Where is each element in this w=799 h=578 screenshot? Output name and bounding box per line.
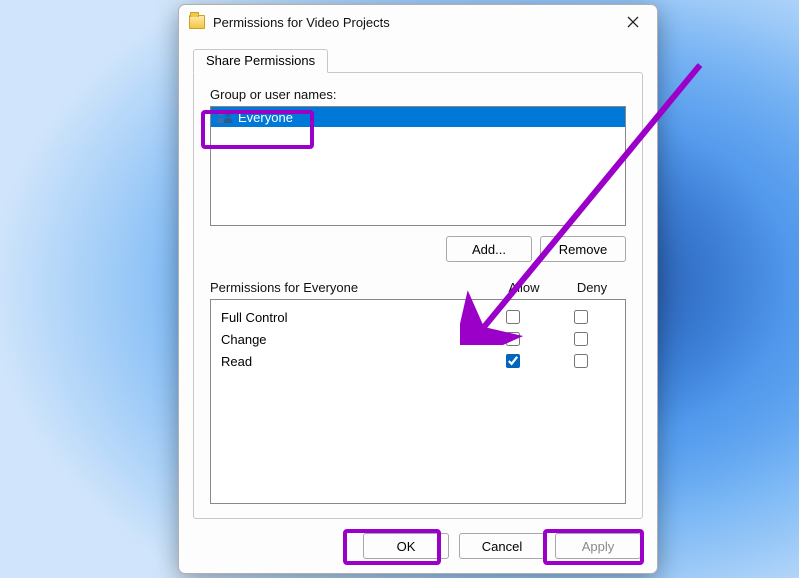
column-allow: Allow	[490, 280, 558, 295]
user-name: Everyone	[238, 110, 293, 125]
perm-name: Change	[221, 332, 479, 347]
allow-read-checkbox[interactable]	[506, 354, 520, 368]
permissions-box: Full Control Change Read	[210, 299, 626, 504]
user-list[interactable]: Everyone	[210, 106, 626, 226]
allow-full-control-checkbox[interactable]	[506, 310, 520, 324]
perm-row-read: Read	[221, 350, 615, 372]
perm-name: Read	[221, 354, 479, 369]
tab-strip: Share Permissions	[193, 49, 643, 73]
dialog-content: Share Permissions Group or user names: E…	[179, 39, 657, 519]
add-button[interactable]: Add...	[446, 236, 532, 262]
column-deny: Deny	[558, 280, 626, 295]
permissions-for-label: Permissions for Everyone	[210, 280, 490, 295]
deny-change-checkbox[interactable]	[574, 332, 588, 346]
apply-button[interactable]: Apply	[555, 533, 641, 559]
close-button[interactable]	[619, 10, 647, 34]
close-icon	[627, 16, 639, 28]
dialog-title: Permissions for Video Projects	[213, 15, 619, 30]
tab-panel: Group or user names: Everyone Add	[193, 72, 643, 519]
permissions-header: Permissions for Everyone Allow Deny	[210, 280, 626, 295]
perm-row-full-control: Full Control	[221, 306, 615, 328]
perm-row-change: Change	[221, 328, 615, 350]
user-row-everyone[interactable]: Everyone	[211, 107, 625, 127]
remove-button[interactable]: Remove	[540, 236, 626, 262]
user-buttons: Add... Remove	[210, 236, 626, 262]
dialog-footer: OK Cancel Apply	[179, 519, 657, 573]
deny-full-control-checkbox[interactable]	[574, 310, 588, 324]
perm-name: Full Control	[221, 310, 479, 325]
deny-read-checkbox[interactable]	[574, 354, 588, 368]
permissions-dialog: Permissions for Video Projects Share Per…	[178, 4, 658, 574]
group-label: Group or user names:	[210, 87, 626, 102]
folder-icon	[189, 15, 205, 29]
cancel-button[interactable]: Cancel	[459, 533, 545, 559]
ok-button[interactable]: OK	[363, 533, 449, 559]
titlebar: Permissions for Video Projects	[179, 5, 657, 39]
tab-share-permissions[interactable]: Share Permissions	[193, 49, 328, 73]
allow-change-checkbox[interactable]	[506, 332, 520, 346]
users-icon	[215, 110, 235, 124]
tab-label: Share Permissions	[206, 53, 315, 68]
